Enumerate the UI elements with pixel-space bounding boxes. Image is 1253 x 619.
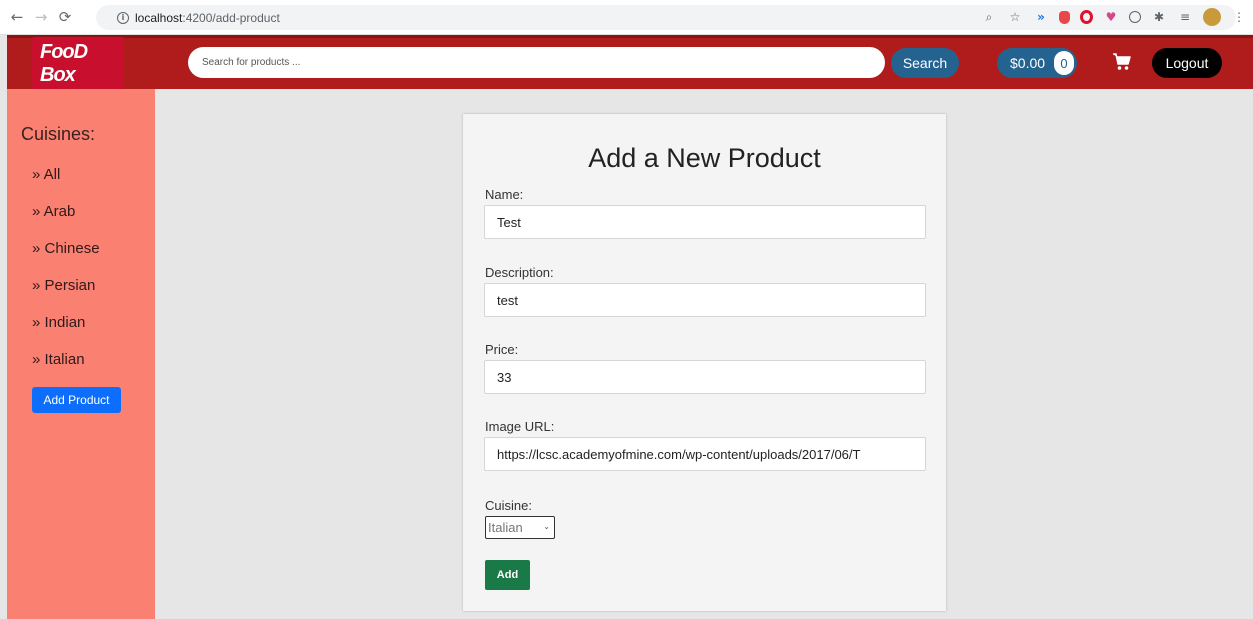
extension-circle-icon[interactable] [1129, 11, 1141, 23]
description-field[interactable]: test [484, 283, 926, 317]
cuisine-selected-value: Italian [488, 520, 523, 535]
add-submit-button[interactable]: Add [485, 560, 530, 590]
logo-text: FooD Box [32, 37, 124, 91]
playlist-icon[interactable]: ≡ [1177, 9, 1193, 25]
search-input[interactable] [188, 47, 885, 78]
url-host: localhost [135, 10, 183, 25]
menu-icon[interactable]: ⋮ [1231, 9, 1247, 25]
extension-shield-icon[interactable] [1059, 10, 1070, 24]
description-label: Description: [485, 265, 554, 280]
cart-count-badge: 0 [1054, 51, 1075, 75]
star-icon[interactable]: ☆ [1007, 9, 1023, 25]
sidebar-title: Cuisines: [21, 124, 96, 144]
logout-button[interactable]: Logout [1152, 48, 1222, 78]
extension-wave-icon[interactable]: » [1033, 9, 1049, 25]
sidebar-item-indian[interactable]: » Indian [32, 304, 100, 341]
price-label: Price: [485, 342, 519, 357]
add-product-button[interactable]: Add Product [32, 387, 121, 413]
zoom-icon[interactable]: ⌕ [981, 9, 997, 25]
url-text: localhost:4200/add-product [135, 11, 280, 25]
sidebar-item-all[interactable]: » All [32, 156, 100, 193]
cart-total-button[interactable]: $0.00 0 [997, 48, 1078, 78]
sidebar-item-arab[interactable]: » Arab [32, 193, 100, 230]
forward-icon[interactable]: → [30, 6, 52, 28]
cuisine-list: » All » Arab » Chinese » Persian » India… [32, 156, 100, 378]
add-product-form: Add a New Product Name: Test Description… [463, 114, 946, 611]
price-field[interactable]: 33 [484, 360, 926, 394]
browser-toolbar: ← → ⟳ i localhost:4200/add-product ⌕ ☆ »… [0, 0, 1253, 35]
cart-total: $0.00 [1010, 55, 1046, 71]
image-url-field[interactable]: https://lcsc.academyofmine.com/wp-conten… [484, 437, 926, 471]
name-field[interactable]: Test [484, 205, 926, 239]
puzzle-icon[interactable]: ✱ [1151, 9, 1167, 25]
extension-heart-icon[interactable]: ♥ [1103, 9, 1119, 25]
cart-icon[interactable] [1112, 52, 1132, 72]
page-title: Add a New Product [588, 143, 821, 173]
opera-icon[interactable] [1080, 10, 1093, 24]
chevron-down-icon: ⌄ [543, 522, 550, 531]
app-navbar: FooD Box Search $0.00 0 Logout [7, 35, 1253, 91]
search-button[interactable]: Search [891, 48, 959, 78]
image-url-label: Image URL: [485, 419, 555, 434]
extension-icons: ⌕ ☆ » ♥ ✱ ≡ ⋮ [981, 8, 1247, 26]
cuisine-label: Cuisine: [485, 498, 532, 513]
reload-icon[interactable]: ⟳ [54, 6, 76, 28]
cuisine-sidebar: Cuisines: » All » Arab » Chinese » Persi… [7, 89, 155, 619]
name-label: Name: [485, 187, 524, 202]
logo[interactable]: FooD Box [32, 37, 124, 91]
url-path: :4200/add-product [182, 10, 280, 25]
back-icon[interactable]: ← [6, 6, 28, 28]
sidebar-item-chinese[interactable]: » Chinese [32, 230, 100, 267]
cuisine-select[interactable]: Italian ⌄ [485, 516, 555, 539]
info-icon[interactable]: i [117, 11, 129, 24]
sidebar-item-italian[interactable]: » Italian [32, 341, 100, 378]
sidebar-item-persian[interactable]: » Persian [32, 267, 100, 304]
avatar[interactable] [1203, 8, 1221, 26]
